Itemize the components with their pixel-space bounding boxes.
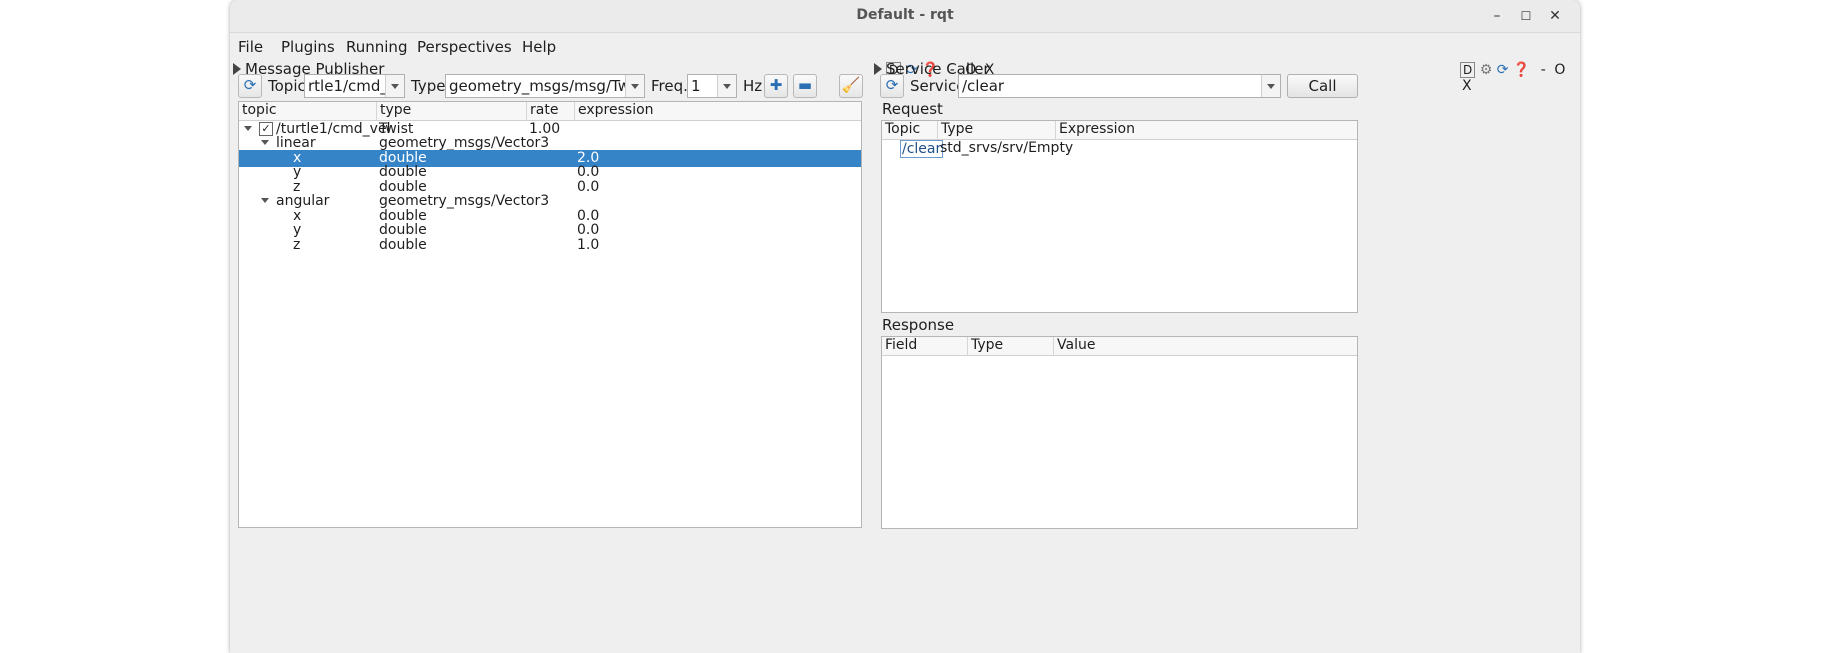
row-type: geometry_msgs/Vector3 [379, 193, 550, 209]
column-header-field[interactable]: Field [882, 337, 968, 355]
refresh-icon: ⟳ [885, 76, 899, 94]
row-type: double [379, 164, 427, 180]
remove-publisher-button[interactable]: ▬ [793, 74, 817, 98]
menu-bar: File Plugins Running Perspectives Help [230, 33, 1580, 59]
column-header-value[interactable]: Value [1054, 337, 1357, 355]
row-topic: /clear [900, 140, 944, 158]
column-header-rate[interactable]: rate [527, 102, 575, 120]
menu-running[interactable]: Running [346, 38, 407, 56]
hz-label: Hz [743, 77, 763, 95]
menu-perspectives[interactable]: Perspectives [417, 38, 512, 56]
close-icon[interactable]: ✕ [1545, 6, 1565, 26]
service-help-icon[interactable]: ❓ [1513, 62, 1530, 78]
minimize-icon[interactable]: – [1487, 6, 1507, 26]
broom-icon: 🧹 [841, 76, 861, 94]
rqt-window: Default - rqt – ☐ ✕ File Plugins Running… [230, 0, 1580, 653]
service-combobox[interactable]: /clear [958, 74, 1281, 98]
response-label: Response [882, 316, 955, 334]
column-header-type[interactable]: type [377, 102, 527, 120]
chevron-down-icon[interactable] [625, 75, 644, 97]
header-divider [882, 355, 1357, 356]
request-row[interactable]: /clear std_srvs/srv/Empty [882, 140, 1357, 158]
column-header-type[interactable]: Type [968, 337, 1054, 355]
row-expression[interactable]: 0.0 [577, 222, 599, 238]
topic-label: Topic [268, 77, 306, 95]
window-title: Default - rqt [856, 7, 954, 23]
type-label: Type [411, 77, 446, 95]
service-dock-controls: D ⚙ ⟳ ❓ - O X [1460, 62, 1580, 94]
title-bar: Default - rqt – ☐ ✕ [230, 0, 1580, 33]
row-topic: linear [276, 135, 316, 151]
publisher-tree[interactable]: topic type rate expression ✓ /turtle1/cm… [238, 101, 862, 528]
menu-help[interactable]: Help [522, 38, 556, 56]
expand-arrow-icon[interactable] [261, 198, 269, 203]
tree-row-angular-z[interactable]: z double 1.0 [239, 237, 861, 254]
row-topic: y [293, 222, 302, 238]
column-header-topic[interactable]: Topic [882, 121, 938, 139]
request-label: Request [882, 100, 943, 118]
plus-icon: ✚ [769, 76, 783, 94]
menu-file[interactable]: File [238, 38, 263, 56]
clear-publishers-button[interactable]: 🧹 [839, 74, 863, 98]
expand-arrow-icon[interactable] [261, 140, 269, 145]
expand-arrow-icon[interactable] [244, 126, 252, 131]
column-header-expression[interactable]: expression [575, 102, 861, 120]
freq-combobox[interactable]: 1 [687, 74, 737, 98]
maximize-icon[interactable]: ☐ [1516, 6, 1536, 26]
column-header-expression[interactable]: Expression [1056, 121, 1357, 139]
row-topic: y [293, 164, 302, 180]
refresh-icon: ⟳ [243, 76, 257, 94]
row-topic: angular [276, 193, 330, 209]
row-type: double [379, 237, 427, 253]
row-expression[interactable]: 0.0 [577, 164, 599, 180]
enable-checkbox[interactable]: ✓ [259, 122, 273, 136]
column-header-type[interactable]: Type [938, 121, 1056, 139]
request-tree[interactable]: Topic Type Expression /clear std_srvs/sr… [881, 120, 1358, 313]
call-button[interactable]: Call [1287, 74, 1358, 98]
service-float-button[interactable]: O [1554, 62, 1565, 78]
minus-icon: ▬ [797, 76, 813, 94]
column-header-topic[interactable]: topic [239, 102, 377, 120]
service-settings-icon[interactable]: ⚙ [1480, 62, 1493, 78]
menu-plugins[interactable]: Plugins [281, 38, 335, 56]
refresh-services-button[interactable]: ⟳ [880, 74, 904, 98]
service-minimize-button[interactable]: - [1541, 62, 1546, 78]
service-value: /clear [962, 77, 1005, 95]
chevron-down-icon[interactable] [717, 75, 736, 97]
service-reload-icon[interactable]: ⟳ [1497, 62, 1509, 78]
freq-label: Freq. [651, 77, 688, 95]
response-tree[interactable]: Field Type Value [881, 336, 1358, 529]
row-type: std_srvs/srv/Empty [940, 140, 1074, 156]
service-close-button[interactable]: X [1462, 78, 1472, 94]
service-help-d-icon[interactable]: D [1460, 62, 1476, 78]
dock-expand-icon[interactable] [874, 63, 882, 75]
row-expression[interactable]: 1.0 [577, 237, 599, 253]
row-topic: z [293, 237, 301, 253]
chevron-down-icon[interactable] [385, 75, 404, 97]
refresh-topics-button[interactable]: ⟳ [238, 74, 262, 98]
row-type: double [379, 222, 427, 238]
row-type: geometry_msgs/Vector3 [379, 135, 550, 151]
add-publisher-button[interactable]: ✚ [764, 74, 788, 98]
type-combobox[interactable]: geometry_msgs/msg/Twist [445, 74, 645, 98]
freq-value: 1 [691, 77, 701, 95]
chevron-down-icon[interactable] [1261, 75, 1280, 97]
type-value: geometry_msgs/msg/Twist [449, 77, 645, 95]
topic-combobox[interactable]: rtle1/cmd_vel [304, 74, 405, 98]
